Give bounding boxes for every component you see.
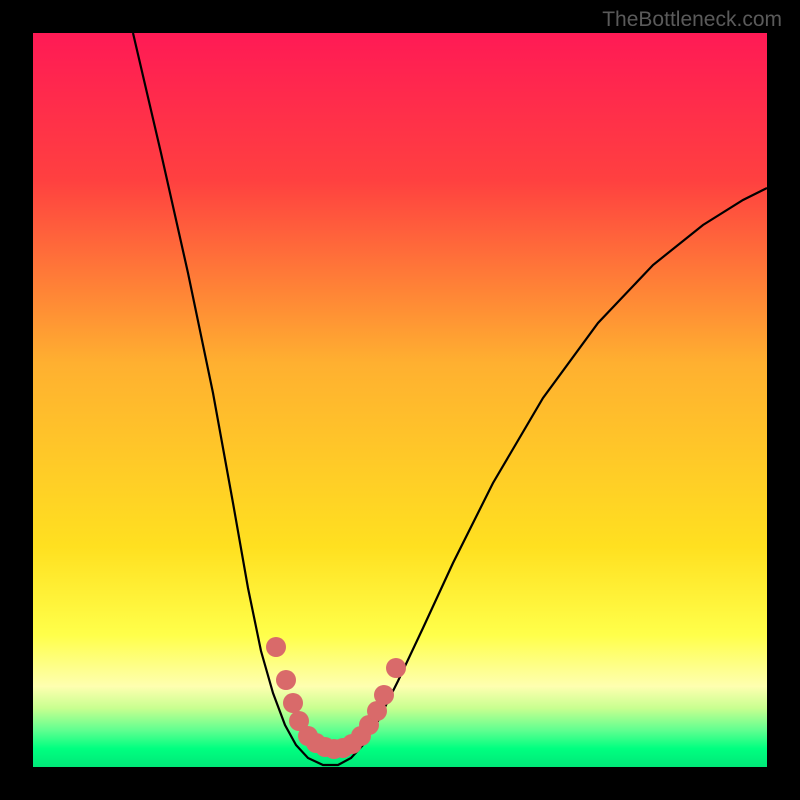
data-point (374, 685, 394, 705)
data-point (283, 693, 303, 713)
chart-background (33, 33, 767, 767)
watermark-text: TheBottleneck.com (602, 8, 782, 32)
data-point (386, 658, 406, 678)
chart-svg (33, 33, 767, 767)
chart-plot-area (33, 33, 767, 767)
data-point (266, 637, 286, 657)
data-point (276, 670, 296, 690)
